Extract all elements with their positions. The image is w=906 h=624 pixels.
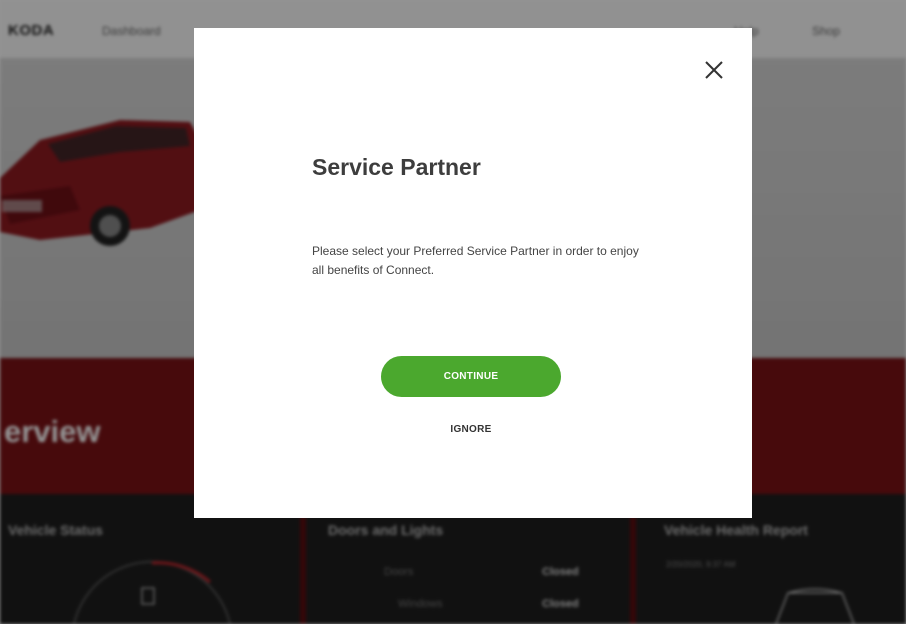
continue-button[interactable]: CONTINUE — [381, 356, 561, 397]
modal-message: Please select your Preferred Service Par… — [312, 244, 639, 277]
close-icon[interactable] — [702, 58, 726, 82]
modal-title: Service Partner — [312, 154, 481, 180]
ignore-button[interactable]: IGNORE — [381, 424, 561, 435]
service-partner-modal: Service Partner Please select your Prefe… — [194, 28, 752, 518]
